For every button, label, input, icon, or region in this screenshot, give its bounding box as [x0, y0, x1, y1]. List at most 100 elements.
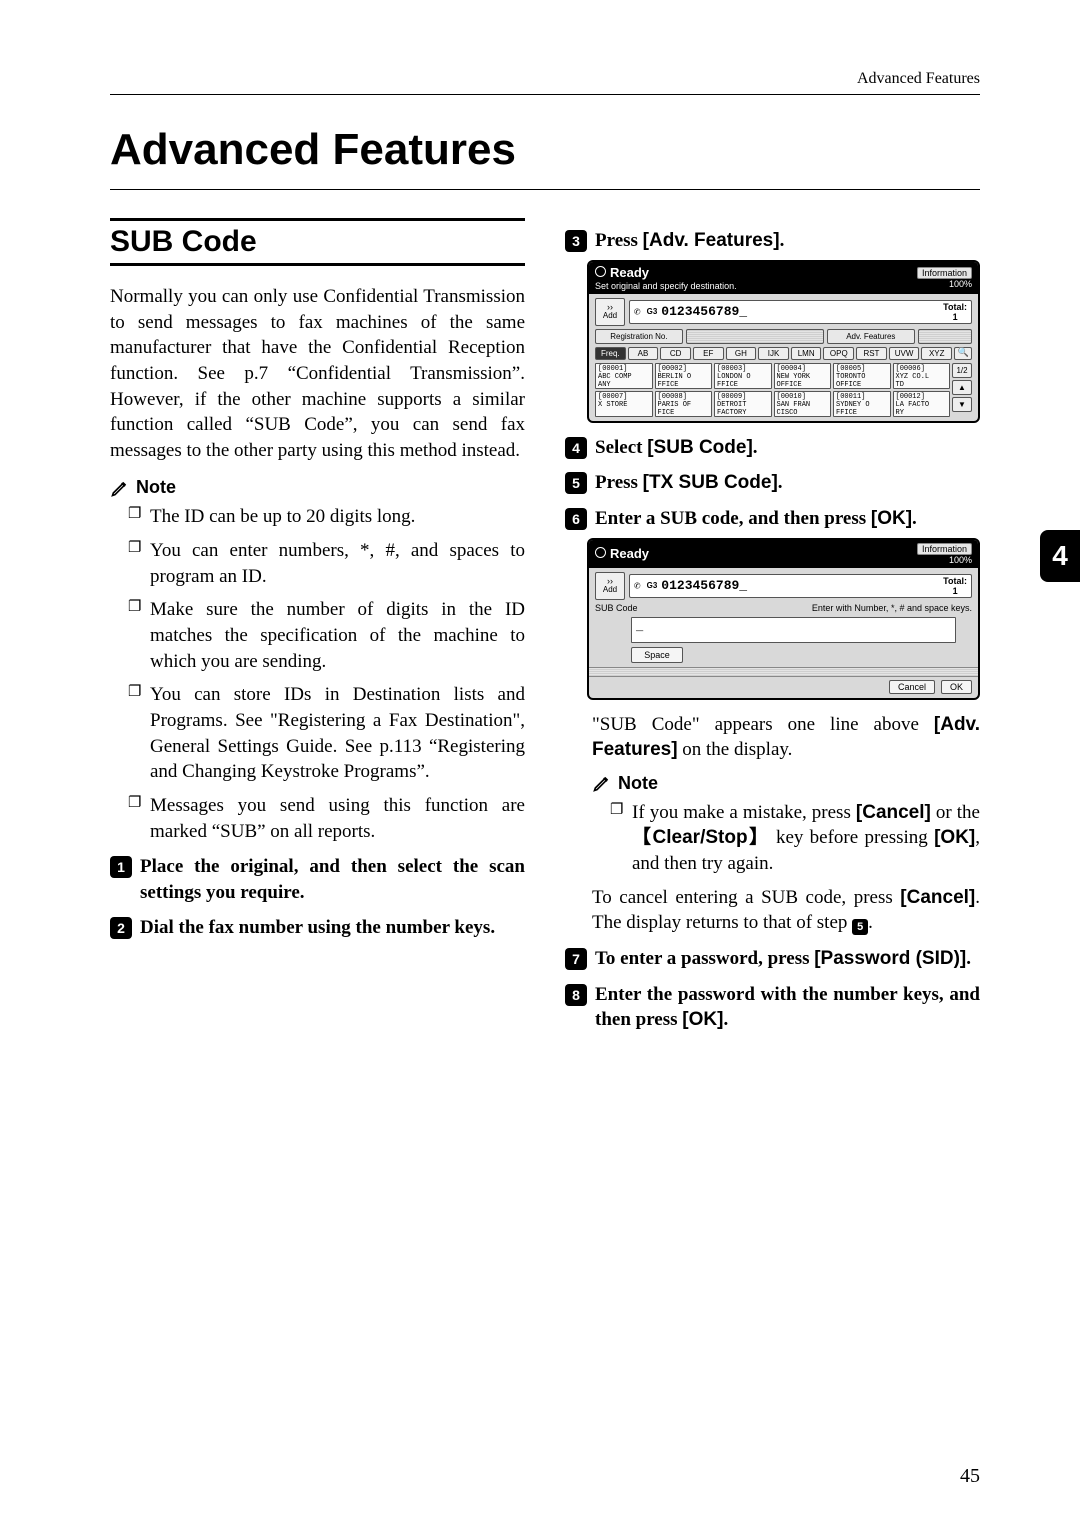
note-item: Make sure the number of digits in the ID…: [130, 597, 525, 674]
dial-number: 0123456789_: [661, 304, 747, 319]
t: Enter the password with the number keys,…: [595, 984, 980, 1031]
ready-dot-icon: [595, 547, 606, 558]
ready-subtext: Set original and specify destination.: [595, 281, 737, 291]
divider: [589, 667, 978, 677]
step-6-text: Enter a SUB code, and then press [OK].: [595, 506, 980, 532]
ui-ok: [OK]: [934, 827, 975, 848]
dest-button[interactable]: [00009]DETROITFACTORY: [714, 391, 772, 417]
arrow-icon: ››: [607, 577, 613, 585]
alpha-ef[interactable]: EF: [693, 347, 724, 360]
alpha-xyz[interactable]: XYZ: [921, 347, 952, 360]
phone-icon: ✆: [634, 305, 641, 319]
dest-button[interactable]: [00005]TORONTOOFFICE: [833, 363, 891, 389]
tab-spacer: [686, 329, 824, 344]
information-button[interactable]: Information: [917, 543, 972, 555]
t: .: [753, 437, 758, 458]
ready-label: Ready: [610, 265, 649, 280]
ui-tx-sub-code: [TX SUB Code]: [643, 472, 778, 493]
alpha-tabs: Freq. AB CD EF GH IJK LMN OPQ RST UVW XY…: [595, 347, 972, 360]
alpha-rst[interactable]: RST: [856, 347, 887, 360]
scroll-down-button[interactable]: ▼: [952, 397, 972, 412]
dest-button[interactable]: [00012]LA FACTORY: [893, 391, 951, 417]
line-type: G3: [647, 307, 658, 316]
step-badge-7: 7: [565, 948, 587, 970]
intro-paragraph: Normally you can only use Confidential T…: [110, 284, 525, 463]
title-rule: [110, 189, 980, 190]
ui-adv-features: [Adv. Features]: [643, 230, 780, 251]
information-button[interactable]: Information: [917, 267, 972, 279]
alpha-cd[interactable]: CD: [660, 347, 691, 360]
step-1: 1 Place the original, and then select th…: [110, 854, 525, 905]
dial-field[interactable]: ✆ G3 0123456789_ Total:1: [629, 300, 972, 324]
step-badge-1: 1: [110, 856, 132, 878]
dest-button[interactable]: [00002]BERLIN OFFICE: [655, 363, 713, 389]
alpha-ab[interactable]: AB: [628, 347, 659, 360]
dial-field[interactable]: ✆G3 0123456789_ Total:1: [629, 574, 972, 598]
tab-adv-features[interactable]: Adv. Features: [827, 329, 915, 344]
t: on the display.: [678, 739, 793, 760]
destination-grid: [00001]ABC COMPANY [00007]X STORE [00002…: [595, 363, 972, 417]
space-button[interactable]: Space: [631, 647, 683, 663]
alpha-lmn[interactable]: LMN: [791, 347, 822, 360]
scroll-up-button[interactable]: ▲: [952, 380, 972, 395]
t: .: [912, 508, 917, 529]
t: .: [778, 472, 783, 493]
chapter-title: Advanced Features: [110, 125, 980, 175]
note-heading: Note: [592, 773, 980, 794]
t: .: [723, 1009, 728, 1030]
step-5: 5 Press [TX SUB Code].: [565, 470, 980, 496]
alpha-opq[interactable]: OPQ: [823, 347, 854, 360]
alpha-freq[interactable]: Freq.: [595, 347, 626, 360]
step-4: 4 Select [SUB Code].: [565, 435, 980, 461]
ok-button[interactable]: OK: [941, 680, 972, 694]
dest-button[interactable]: [00008]PARIS OFFICE: [655, 391, 713, 417]
ui-password-sid: [Password (SID)]: [814, 948, 966, 969]
page-indicator: 1/2: [952, 363, 972, 378]
ui-ok: [OK]: [682, 1009, 723, 1030]
tab-spacer: [918, 329, 972, 344]
dest-button[interactable]: [00010]SAN FRANCISCO: [774, 391, 832, 417]
pencil-icon: [592, 773, 612, 793]
add-button[interactable]: ›› Add: [595, 572, 625, 600]
step-5-text: Press [TX SUB Code].: [595, 470, 980, 496]
running-head: Advanced Features: [110, 70, 980, 95]
dest-button[interactable]: [00007]X STORE: [595, 391, 653, 417]
note-list: The ID can be up to 20 digits long. You …: [110, 504, 525, 844]
t: Enter a SUB code, and then press: [595, 508, 871, 529]
sub-code-input[interactable]: _: [631, 617, 956, 643]
step-6: 6 Enter a SUB code, and then press [OK].: [565, 506, 980, 532]
tab-registration-no[interactable]: Registration No.: [595, 329, 683, 344]
dest-button[interactable]: [00004]NEW YORK OFFICE: [774, 363, 832, 389]
dest-button[interactable]: [00006]XYZ CO.LTD: [893, 363, 951, 389]
note-item: Messages you send using this function ar…: [130, 793, 525, 844]
step-7: 7 To enter a password, press [Password (…: [565, 946, 980, 972]
dest-button[interactable]: [00001]ABC COMPANY: [595, 363, 653, 389]
ui-cancel: [Cancel]: [856, 802, 931, 823]
step-badge-3: 3: [565, 230, 587, 252]
t: Select: [595, 437, 647, 458]
note-heading: Note: [110, 477, 525, 498]
step-1-text: Place the original, and then select the …: [140, 854, 525, 905]
pencil-icon: [110, 478, 130, 498]
lcd-screen-destinations: Ready Set original and specify destinati…: [587, 260, 980, 423]
add-label: Add: [603, 311, 617, 320]
total-counter: Total:1: [943, 302, 967, 322]
t: .: [868, 912, 873, 933]
ready-label: Ready: [610, 546, 649, 561]
note-label: Note: [136, 477, 176, 498]
dest-button[interactable]: [00003]LONDON OFFICE: [714, 363, 772, 389]
alpha-gh[interactable]: GH: [726, 347, 757, 360]
magnify-icon[interactable]: 🔍: [954, 347, 972, 360]
t: To cancel entering a SUB code, press: [592, 887, 900, 908]
add-button[interactable]: ›› Add: [595, 298, 625, 326]
sub-code-field-label: SUB Code: [595, 603, 638, 613]
toner-pct: 100%: [949, 279, 972, 289]
after-step6-text: "SUB Code" appears one line above [Adv. …: [592, 712, 980, 763]
note-item: The ID can be up to 20 digits long.: [130, 504, 525, 530]
dial-number: 0123456789_: [661, 578, 747, 593]
cancel-paragraph: To cancel entering a SUB code, press [Ca…: [592, 885, 980, 936]
alpha-ijk[interactable]: IJK: [758, 347, 789, 360]
cancel-button[interactable]: Cancel: [889, 680, 935, 694]
dest-button[interactable]: [00011]SYDNEY OFFICE: [833, 391, 891, 417]
alpha-uvw[interactable]: UVW: [889, 347, 920, 360]
